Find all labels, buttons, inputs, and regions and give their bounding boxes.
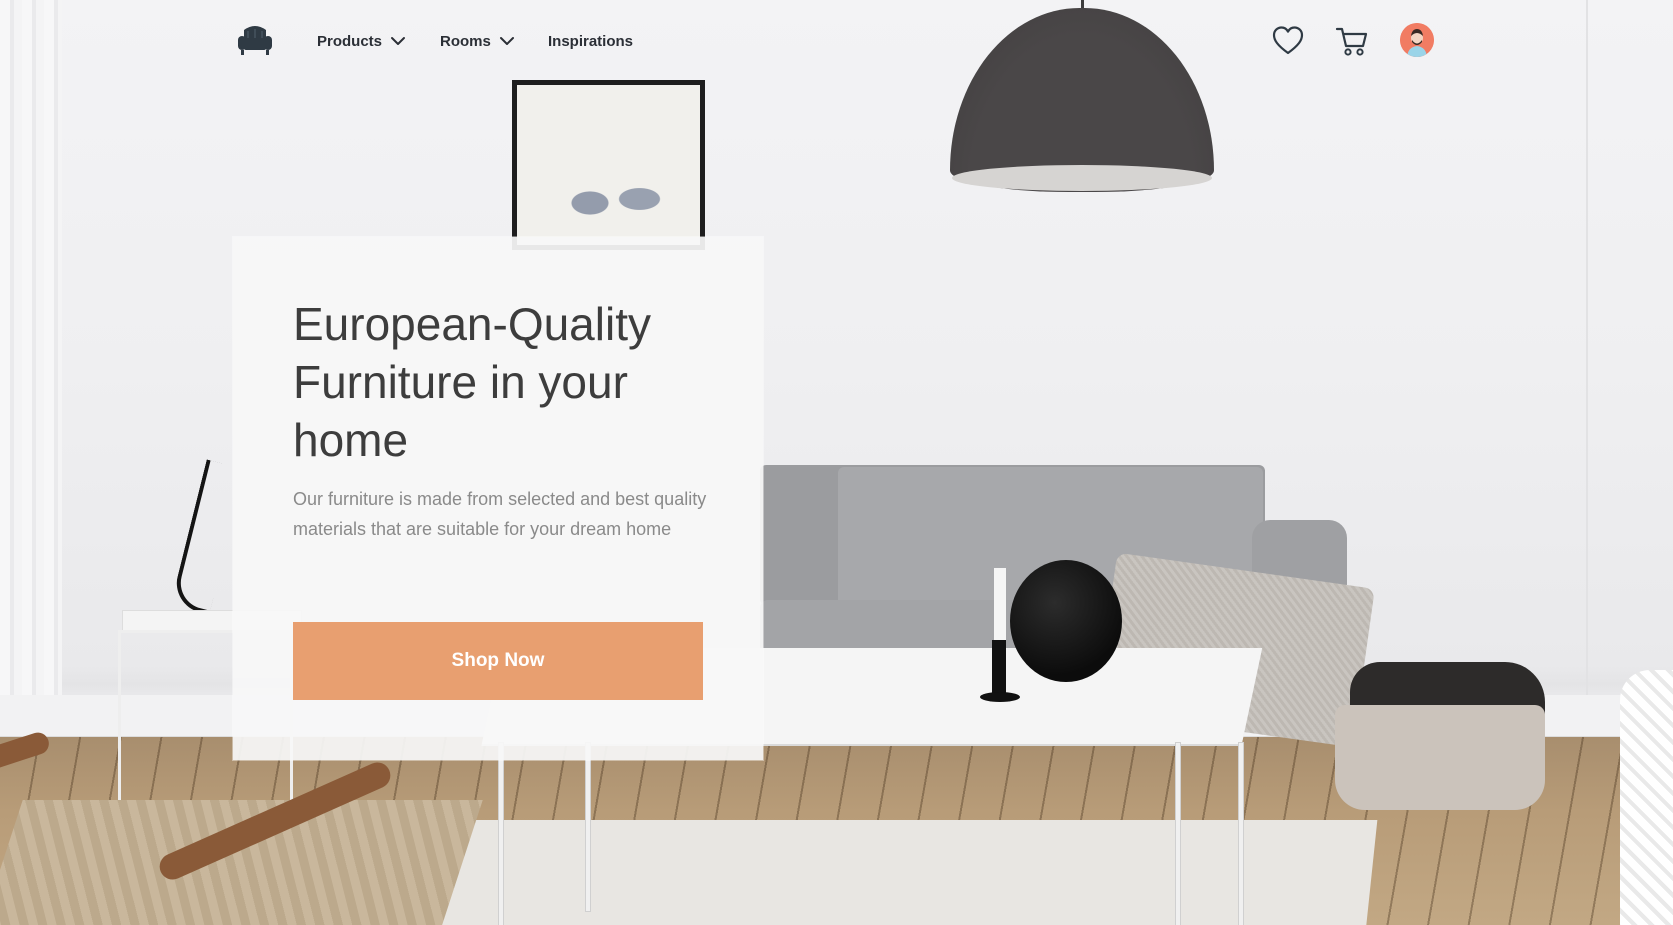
nav-rooms[interactable]: Rooms	[440, 30, 515, 52]
nav-rooms-label: Rooms	[440, 32, 491, 50]
candle	[994, 568, 1006, 642]
avatar[interactable]	[1400, 23, 1434, 57]
wall-art-frame	[512, 80, 705, 250]
candle-holder	[992, 640, 1006, 698]
woven-chair	[0, 800, 483, 925]
wire-basket	[1620, 670, 1673, 925]
nav-inspirations-label: Inspirations	[548, 32, 634, 50]
candle-base	[980, 692, 1020, 702]
table-leg	[1238, 742, 1244, 925]
nav-inspirations[interactable]: Inspirations	[548, 30, 633, 52]
chevron-down-icon	[499, 37, 514, 45]
armchair-icon[interactable]	[236, 24, 274, 58]
basket	[1335, 705, 1545, 810]
chevron-down-icon	[391, 37, 406, 45]
black-vase	[1010, 560, 1122, 682]
table-leg	[498, 742, 504, 925]
pendant-lamp-rim	[952, 165, 1212, 191]
heart-icon[interactable]	[1271, 24, 1305, 58]
table-leg	[1175, 742, 1181, 925]
cart-icon[interactable]	[1335, 24, 1369, 58]
hero-title: European-Quality Furniture in your home	[293, 298, 651, 466]
hero-description: Our furniture is made from selected and …	[293, 489, 707, 539]
curtain	[0, 0, 62, 760]
nav-products-label: Products	[317, 32, 383, 50]
table-leg	[585, 742, 591, 912]
navbar: Products Rooms Inspirations	[0, 0, 1673, 82]
wall-edge	[1586, 0, 1588, 720]
shop-now-button[interactable]: Shop Now	[293, 622, 703, 700]
hero-card: European-Quality Furniture in your home …	[233, 237, 763, 760]
nav-products[interactable]: Products	[317, 30, 406, 52]
